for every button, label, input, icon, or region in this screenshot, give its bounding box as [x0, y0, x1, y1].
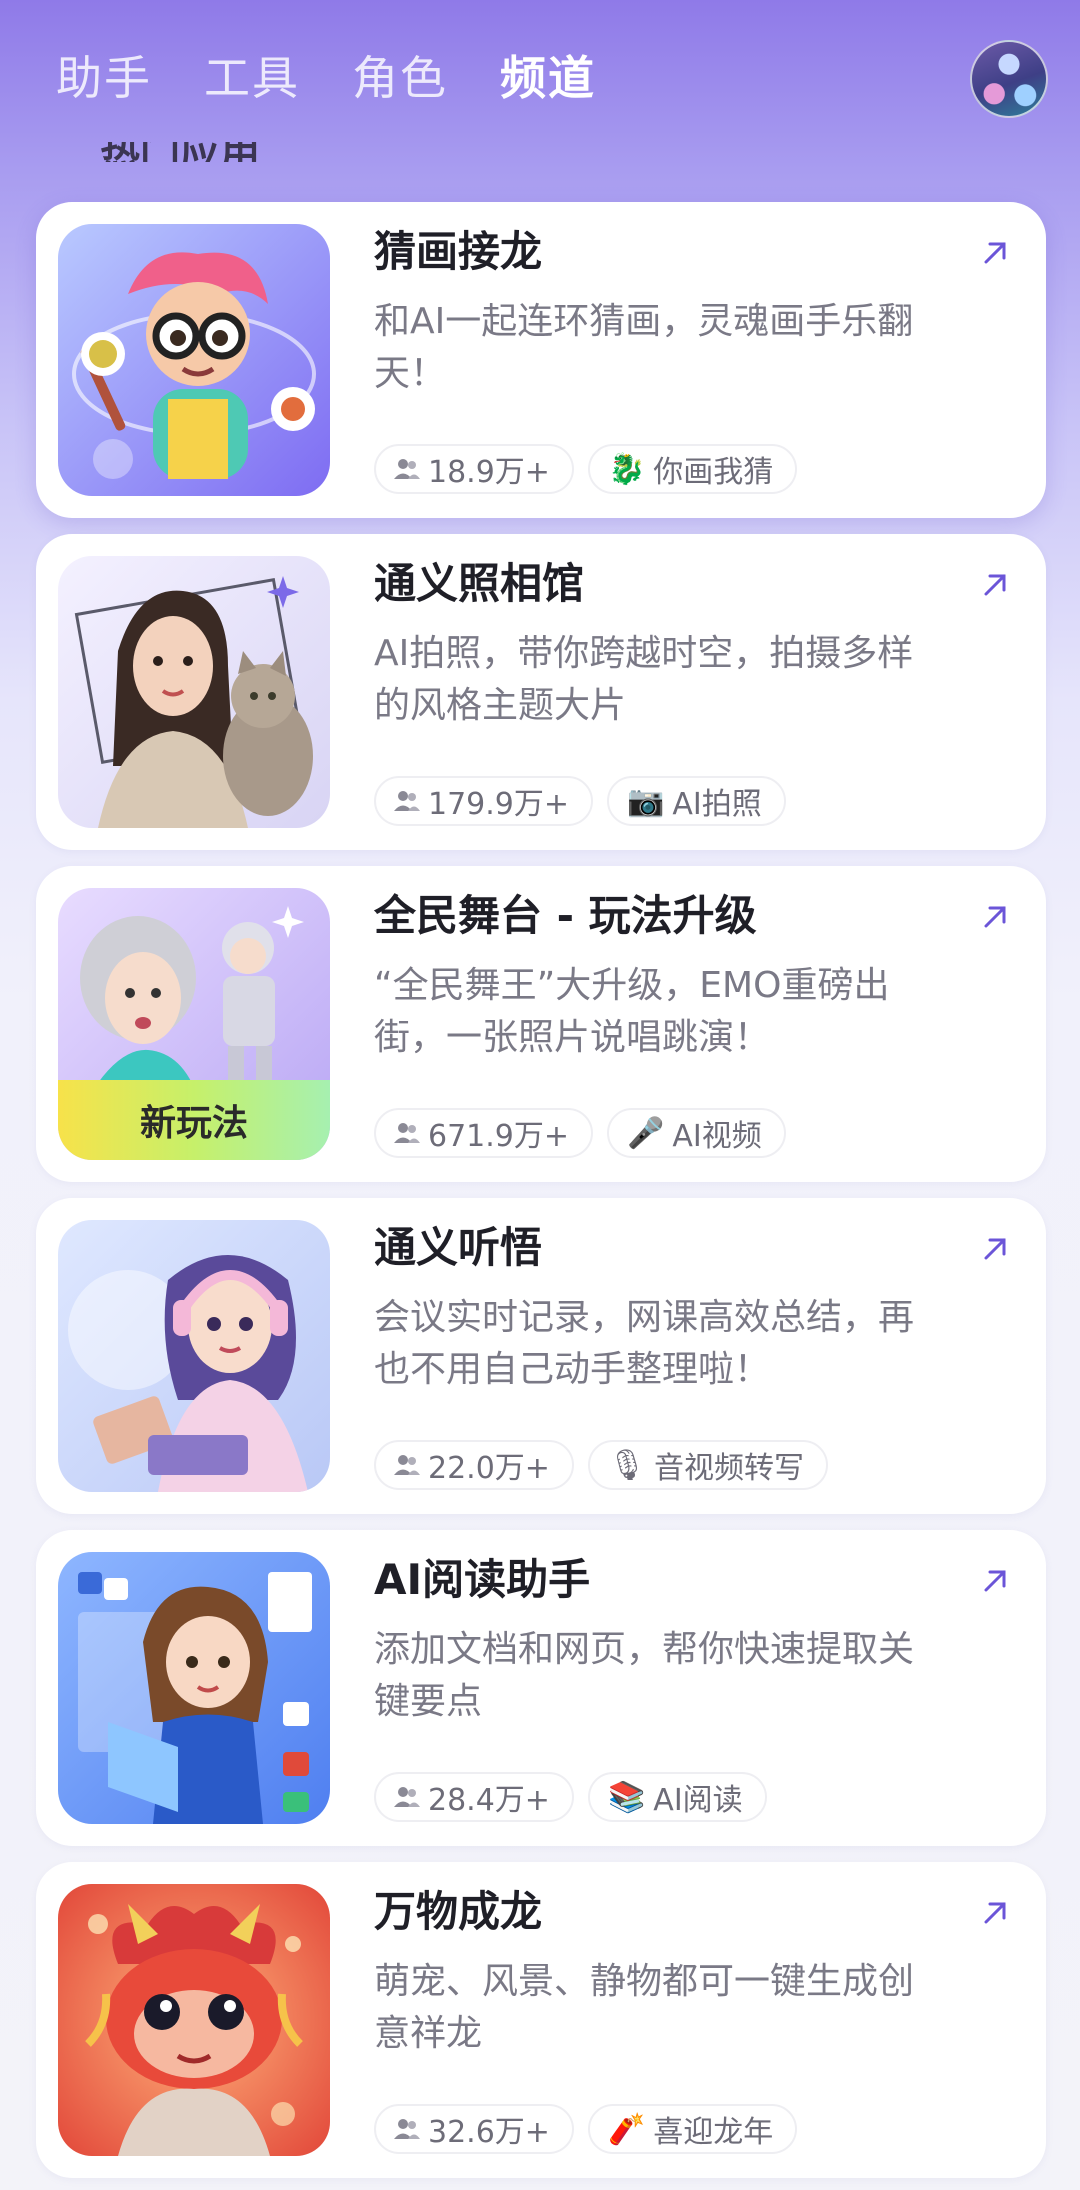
users-icon: [394, 2119, 420, 2139]
arrow-up-right-icon[interactable]: [980, 902, 1010, 932]
category-tag[interactable]: 🎙 音视频转写: [587, 1440, 829, 1490]
user-count-chip: 32.6万+: [374, 2104, 574, 2154]
users-icon: [394, 459, 420, 479]
new-badge: 新玩法: [58, 1080, 330, 1160]
app-card-dance-stage[interactable]: 新玩法 全民舞台 - 玩法升级 “全民舞王”大升级，EMO重磅出街，一张照片说唱…: [36, 866, 1046, 1182]
user-count: 179.9万+: [428, 787, 570, 822]
arrow-up-right-icon[interactable]: [980, 238, 1010, 268]
category-tag[interactable]: 🎤 AI视频: [607, 1108, 786, 1158]
app-meta: 179.9万+ 📷 AI拍照: [374, 776, 786, 826]
tag-label: 音视频转写: [654, 1451, 805, 1486]
arrow-up-right-icon[interactable]: [980, 1898, 1010, 1928]
users-icon: [394, 791, 420, 811]
category-tag[interactable]: 📷 AI拍照: [607, 776, 786, 826]
microphone-icon: 🎤: [627, 1115, 665, 1151]
app-card-guess-draw[interactable]: 猜画接龙 和AI一起连环猜画，灵魂画手乐翻天！ 18.9万+ 🐉 你画我猜: [36, 202, 1046, 518]
app-description: 会议实时记录，网课高效总结，再也不用自己动手整理啦！: [374, 1297, 915, 1390]
app-thumbnail: 新玩法: [58, 888, 330, 1160]
girl-with-headphones-image: [58, 1220, 330, 1492]
app-title: 通义照相馆: [374, 559, 585, 608]
user-count: 28.4万+: [428, 1783, 550, 1818]
tag-label: 喜迎龙年: [653, 2115, 774, 2150]
user-count-chip: 22.0万+: [374, 1440, 574, 1490]
app-description: AI拍照，带你跨越时空，拍摄多样的风格主题大片: [374, 633, 914, 726]
top-header: 助手 工具 角色 频道 热门应用: [0, 0, 1080, 170]
app-meta: 32.6万+ 🧨 喜迎龙年: [374, 2104, 798, 2154]
tab-assistant[interactable]: 助手: [56, 46, 152, 110]
category-tag[interactable]: 📚 AI阅读: [587, 1772, 767, 1822]
app-thumbnail: [58, 1552, 330, 1824]
woman-with-cat-image: [58, 556, 330, 828]
app-title: 通义听悟: [374, 1223, 543, 1272]
studio-microphone-icon: 🎙: [607, 1447, 647, 1483]
section-heading-peek: 热门应用: [100, 142, 270, 162]
tab-channels[interactable]: 频道: [500, 46, 596, 110]
tag-label: 你画我猜: [653, 455, 774, 490]
app-title: AI阅读助手: [374, 1555, 591, 1604]
app-thumbnail: [58, 1220, 330, 1492]
app-thumbnail: [58, 224, 330, 496]
dragon-icon: 🐉: [607, 451, 646, 487]
app-title: 全民舞台 - 玩法升级: [374, 891, 757, 940]
tag-label: AI拍照: [672, 787, 762, 822]
user-avatar[interactable]: [970, 40, 1048, 118]
section-heading: 热门应用: [100, 142, 260, 162]
app-meta: 671.9万+ 🎤 AI视频: [374, 1108, 786, 1158]
category-tag[interactable]: 🧨 喜迎龙年: [587, 2104, 798, 2154]
app-card-tingwu[interactable]: 通义听悟 会议实时记录，网课高效总结，再也不用自己动手整理啦！ 22.0万+ 🎙…: [36, 1198, 1046, 1514]
user-count-chip: 179.9万+: [374, 776, 594, 826]
cartoon-painter-image: [58, 224, 330, 496]
user-count-chip: 28.4万+: [374, 1772, 574, 1822]
users-icon: [394, 1455, 420, 1475]
app-thumbnail: [58, 556, 330, 828]
user-count-chip: 18.9万+: [374, 444, 574, 494]
red-dragon-image: [58, 1884, 330, 2156]
user-count: 671.9万+: [428, 1119, 570, 1154]
category-tag[interactable]: 🐉 你画我猜: [587, 444, 798, 494]
camera-icon: 📷: [627, 783, 665, 819]
app-meta: 18.9万+ 🐉 你画我猜: [374, 444, 798, 494]
category-tabs: 助手 工具 角色 频道: [56, 46, 596, 110]
user-count: 32.6万+: [428, 2115, 550, 2150]
app-meta: 28.4万+ 📚 AI阅读: [374, 1772, 767, 1822]
arrow-up-right-icon[interactable]: [980, 570, 1010, 600]
firecracker-icon: 🧨: [607, 2111, 646, 2147]
books-icon: 📚: [607, 1779, 646, 1815]
user-count: 18.9万+: [428, 455, 550, 490]
arrow-up-right-icon[interactable]: [980, 1234, 1010, 1264]
tag-label: AI阅读: [653, 1783, 743, 1818]
user-count: 22.0万+: [428, 1451, 550, 1486]
tag-label: AI视频: [672, 1119, 762, 1154]
app-card-photo-studio[interactable]: 通义照相馆 AI拍照，带你跨越时空，拍摄多样的风格主题大片 179.9万+ 📷 …: [36, 534, 1046, 850]
tab-tools[interactable]: 工具: [204, 46, 300, 110]
app-description: 萌宠、风景、静物都可一键生成创意祥龙: [374, 1961, 915, 2054]
app-title: 万物成龙: [374, 1887, 543, 1936]
app-description: 添加文档和网页，帮你快速提取关键要点: [374, 1629, 915, 1722]
app-description: 和AI一起连环猜画，灵魂画手乐翻天！: [374, 301, 914, 394]
arrow-up-right-icon[interactable]: [980, 1566, 1010, 1596]
app-thumbnail: [58, 1884, 330, 2156]
app-description: “全民舞王”大升级，EMO重磅出街，一张照片说唱跳演！: [374, 965, 890, 1058]
app-title: 猜画接龙: [374, 227, 543, 276]
users-icon: [394, 1787, 420, 1807]
app-card-everything-dragon[interactable]: 万物成龙 萌宠、风景、静物都可一键生成创意祥龙 32.6万+ 🧨 喜迎龙年: [36, 1862, 1046, 2178]
users-icon: [394, 1123, 420, 1143]
girl-reading-image: [58, 1552, 330, 1824]
app-meta: 22.0万+ 🎙 音视频转写: [374, 1440, 829, 1490]
user-count-chip: 671.9万+: [374, 1108, 594, 1158]
app-card-reading-assistant[interactable]: AI阅读助手 添加文档和网页，帮你快速提取关键要点 28.4万+ 📚 AI阅读: [36, 1530, 1046, 1846]
tab-roles[interactable]: 角色: [352, 46, 448, 110]
